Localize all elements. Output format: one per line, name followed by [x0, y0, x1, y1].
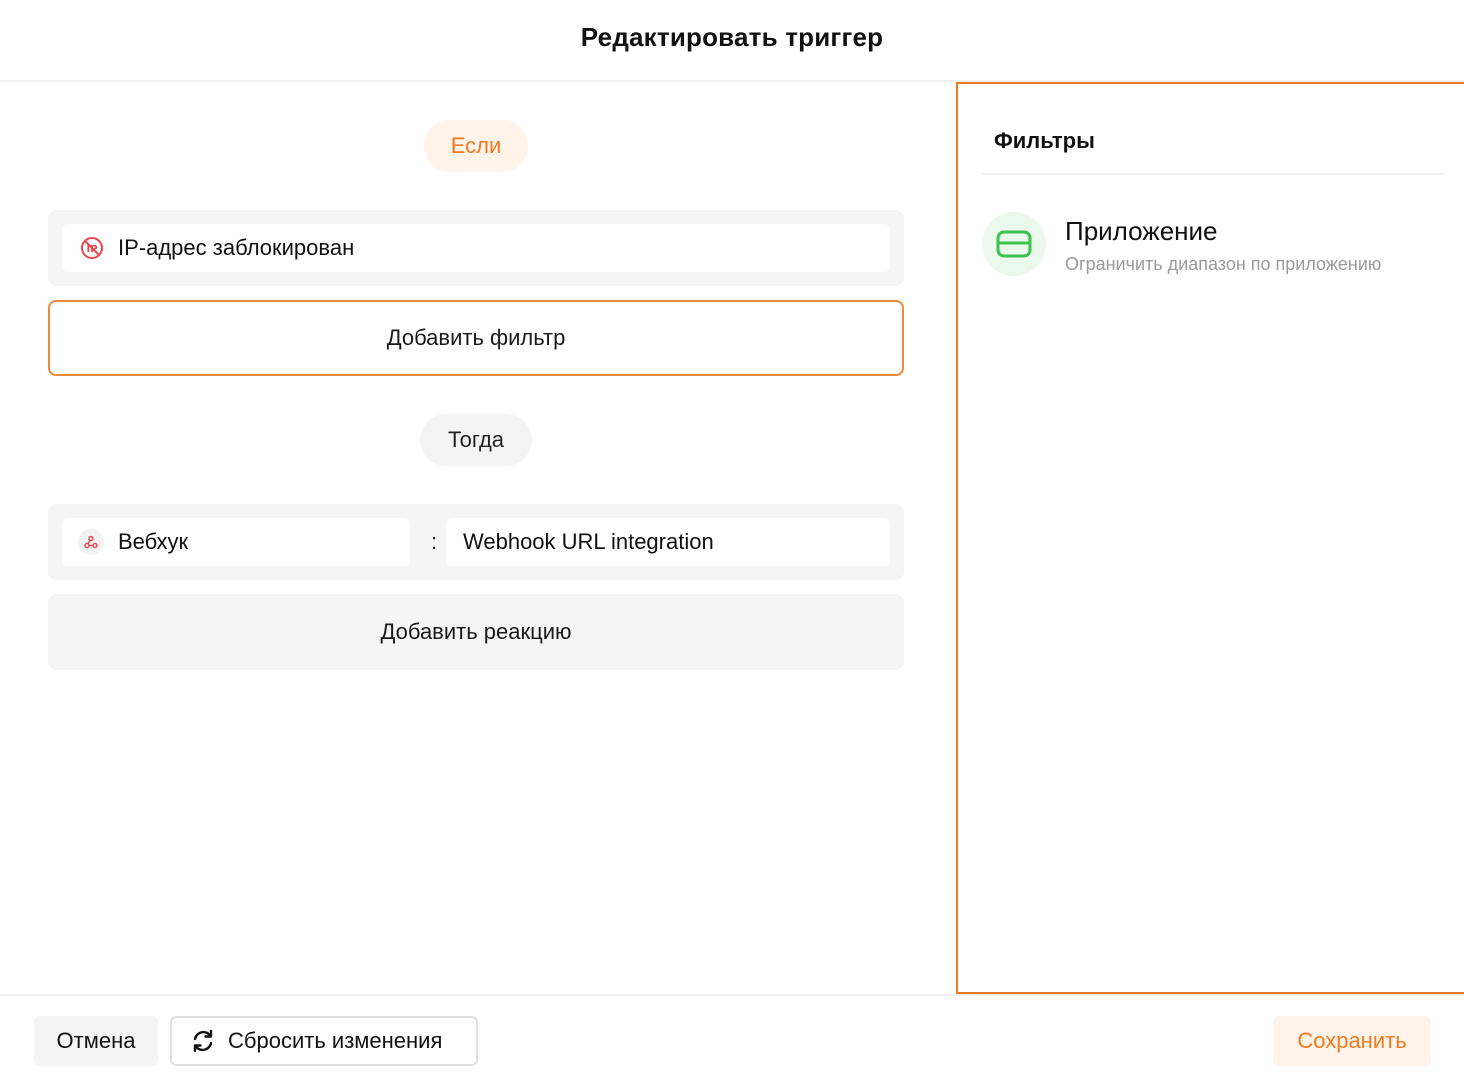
- cancel-button[interactable]: Отмена: [34, 1016, 158, 1066]
- reset-changes-label: Сбросить изменения: [228, 1028, 443, 1053]
- reset-changes-button[interactable]: Сбросить изменения: [170, 1016, 478, 1066]
- then-label: Тогда: [420, 414, 532, 466]
- filter-item-name: Приложение: [1065, 216, 1218, 246]
- save-button[interactable]: Сохранить: [1273, 1016, 1431, 1066]
- filters-divider: [982, 173, 1444, 175]
- reaction-separator: :: [430, 529, 438, 554]
- application-card-icon: [982, 212, 1046, 276]
- filters-title: Фильтры: [994, 128, 1095, 153]
- filter-item-application[interactable]: Приложение Ограничить диапазон по прилож…: [982, 212, 1452, 278]
- reaction-target-select[interactable]: Webhook URL integration: [446, 518, 890, 566]
- condition-row[interactable]: IP IP-адрес заблокирован: [62, 224, 890, 272]
- filters-panel: Фильтры Приложение Ограничить диапазон п…: [956, 82, 1464, 994]
- reaction-block: Вебхук : Webhook URL integration: [48, 504, 904, 580]
- ip-blocked-icon: IP: [80, 236, 104, 260]
- if-label: Если: [424, 120, 528, 172]
- condition-label: IP-адрес заблокирован: [118, 235, 355, 260]
- dialog-footer: Отмена Сбросить изменения Сохранить: [0, 994, 1464, 1080]
- filter-item-description: Ограничить диапазон по приложению: [1065, 254, 1382, 274]
- add-reaction-button[interactable]: Добавить реакцию: [48, 594, 904, 670]
- add-filter-button[interactable]: Добавить фильтр: [48, 300, 904, 376]
- reaction-type-label: Вебхук: [118, 529, 189, 554]
- dialog-title: Редактировать триггер: [580, 21, 884, 52]
- webhook-icon: [78, 529, 104, 555]
- reaction-type-select[interactable]: Вебхук: [62, 518, 410, 566]
- reaction-target-label: Webhook URL integration: [463, 529, 714, 554]
- refresh-icon: [190, 1028, 216, 1054]
- svg-text:IP: IP: [86, 244, 97, 255]
- dialog-header: Редактировать триггер: [0, 0, 1464, 82]
- condition-block: IP IP-адрес заблокирован: [48, 210, 904, 286]
